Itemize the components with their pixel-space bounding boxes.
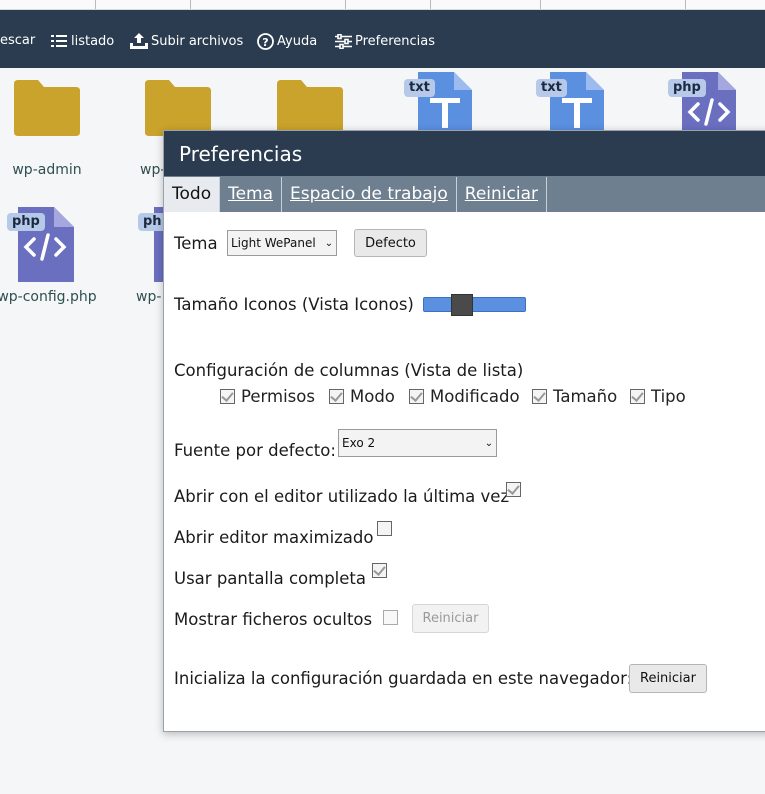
checkbox-modificado[interactable] [409, 389, 424, 404]
theme-select[interactable]: Light WePanel ⌄ [227, 230, 337, 256]
folder-icon [145, 80, 211, 136]
open-last-editor-label: Abrir con el editor utilizado la última … [174, 487, 510, 506]
column-option-label: Tamaño [553, 387, 618, 406]
list-view-label: listado [71, 33, 115, 49]
open-maximized-label: Abrir editor maximizado [174, 528, 374, 547]
column-option-modificado[interactable]: Modificado [409, 387, 520, 406]
upload-files-button[interactable]: Subir archivos [130, 33, 243, 49]
chevron-down-icon: ⌄ [484, 437, 494, 449]
checkbox-modo[interactable] [329, 389, 344, 404]
fullscreen-label: Usar pantalla completa [174, 569, 366, 588]
column-option-label: Tipo [651, 387, 686, 406]
hidden-files-label: Mostrar ficheros ocultos [174, 610, 373, 629]
file-item-php[interactable]: php [656, 70, 756, 134]
main-toolbar: escar listado Subir archivos ? Ayuda Pre… [0, 10, 765, 68]
theme-label: Tema [174, 234, 218, 253]
open-maximized-checkbox[interactable] [377, 521, 392, 536]
file-item-txt[interactable]: txt [392, 70, 492, 134]
sliders-icon [334, 33, 352, 49]
column-option-label: Modo [350, 387, 395, 406]
font-select[interactable]: Exo 2 ⌄ [338, 429, 497, 457]
help-label: Ayuda [277, 33, 318, 49]
preferences-button[interactable]: Preferencias [334, 33, 435, 49]
folder-icon [14, 80, 80, 136]
download-label: escar [0, 33, 36, 48]
file-type-badge: php [668, 79, 706, 97]
help-button[interactable]: ? Ayuda [256, 32, 318, 50]
file-name: wp-config.php [0, 289, 97, 305]
column-option-permisos[interactable]: Permisos [220, 387, 315, 406]
checkbox-tamano[interactable] [532, 389, 547, 404]
file-type-badge: txt [536, 79, 567, 97]
file-type-badge: php [7, 213, 45, 231]
upload-icon [130, 33, 148, 49]
tab-workspace[interactable]: Espacio de trabajo [282, 177, 457, 212]
column-option-label: Permisos [241, 387, 315, 406]
tab-tema[interactable]: Tema [220, 177, 283, 212]
download-button[interactable]: escar [0, 33, 35, 48]
list-view-button[interactable]: listado [50, 33, 114, 49]
browser-tab-strip [0, 0, 765, 10]
font-select-value: Exo 2 [342, 436, 376, 450]
reset-all-label: Inicializa la configuración guardada en … [174, 669, 633, 688]
font-label: Fuente por defecto: [174, 441, 336, 460]
preferences-label: Preferencias [355, 33, 436, 49]
file-name: wp-admin [12, 162, 82, 178]
checkbox-permisos[interactable] [220, 389, 235, 404]
tab-todo[interactable]: Todo [164, 177, 221, 212]
column-option-tamano[interactable]: Tamaño [532, 387, 617, 406]
tab-reset[interactable]: Reiniciar [457, 177, 547, 212]
icon-size-slider[interactable] [423, 294, 526, 316]
column-option-tipo[interactable]: Tipo [630, 387, 686, 406]
file-item-folder[interactable] [260, 78, 360, 138]
open-last-editor-checkbox[interactable] [506, 482, 521, 497]
file-type-badge: txt [404, 79, 435, 97]
slider-handle[interactable] [451, 294, 473, 316]
columns-label: Configuración de columnas (Vista de list… [174, 361, 524, 380]
reset-all-button[interactable]: Reiniciar [629, 664, 707, 693]
folder-icon [277, 80, 343, 136]
dialog-title: Preferencias [164, 131, 765, 176]
theme-select-value: Light WePanel [231, 236, 316, 250]
hidden-files-checkbox[interactable] [383, 610, 398, 625]
file-item-php[interactable]: php wp-config.php [0, 205, 97, 310]
theme-default-button[interactable]: Defecto [354, 229, 427, 257]
dialog-tabs: Todo Tema Espacio de trabajo Reiniciar [164, 176, 765, 212]
list-icon [50, 33, 68, 49]
help-icon: ? [256, 32, 274, 50]
svg-text:?: ? [262, 36, 268, 49]
icon-size-label: Tamaño Iconos (Vista Iconos) [174, 295, 414, 314]
fullscreen-checkbox[interactable] [372, 563, 387, 578]
column-option-label: Modificado [430, 387, 520, 406]
upload-files-label: Subir archivos [151, 33, 244, 49]
chevron-down-icon: ⌄ [324, 237, 334, 249]
checkbox-tipo[interactable] [630, 389, 645, 404]
hidden-files-reset-button[interactable]: Reiniciar [412, 604, 489, 633]
column-option-modo[interactable]: Modo [329, 387, 395, 406]
file-item-txt[interactable]: txt [524, 70, 624, 134]
preferences-dialog: Preferencias Todo Tema Espacio de trabaj… [163, 130, 765, 732]
file-item-folder[interactable]: wp-admin [0, 78, 97, 178]
